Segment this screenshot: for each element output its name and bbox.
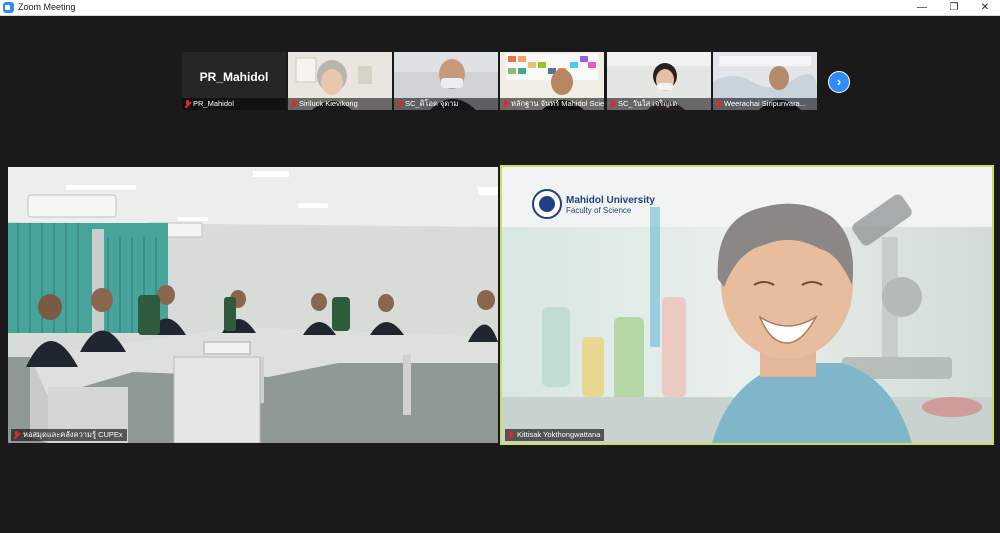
mic-muted-icon [397, 100, 403, 108]
mic-muted-icon [185, 100, 191, 108]
mic-muted-icon [503, 100, 509, 108]
participant-name: SC_ดิโอด จุดาม [394, 98, 498, 110]
participant-name: หลักฐาน จันทร์ Mahidol Scie... [500, 98, 604, 110]
title-bar: Zoom Meeting — ❐ ✕ [0, 0, 1000, 16]
maximize-button[interactable]: ❐ [939, 0, 969, 15]
participant-tile[interactable]: Siriluck Kievikong [288, 52, 392, 110]
participant-tile[interactable]: SC_ดิโอด จุดาม [394, 52, 498, 110]
window-title: Zoom Meeting [18, 2, 76, 12]
active-speaker-tile[interactable]: Mahidol University Faculty of Science Ki… [500, 165, 994, 445]
mic-muted-icon [14, 431, 20, 439]
participant-tile[interactable]: PR_Mahidol PR_Mahidol [182, 52, 286, 110]
participant-name: Siriluck Kievikong [288, 98, 392, 110]
mic-muted-icon [610, 100, 616, 108]
mic-muted-icon [508, 431, 514, 439]
participant-name: Weerachai Siripunvara... [713, 98, 817, 110]
zoom-app-icon [3, 2, 14, 13]
participant-name: SC_วันใส เจริญเด [607, 98, 711, 110]
mic-muted-icon [716, 100, 722, 108]
participant-name: Kittisak Yokthongwattana [505, 429, 605, 441]
conference-room-video [8, 167, 498, 443]
room-video-tile[interactable]: หอสมุดและคลังความรู้ CUPEx [8, 167, 498, 443]
minimize-button[interactable]: — [907, 0, 937, 15]
close-button[interactable]: ✕ [970, 0, 1000, 15]
mic-muted-icon [291, 100, 297, 108]
participant-name: PR_Mahidol [182, 98, 286, 110]
next-page-button[interactable]: › [828, 71, 850, 93]
participant-display-name: PR_Mahidol [199, 70, 269, 84]
meeting-stage: PR_Mahidol PR_Mahidol Siriluck Kievikong… [0, 16, 1000, 533]
participant-tile[interactable]: หลักฐาน จันทร์ Mahidol Scie... [500, 52, 604, 110]
participant-tile[interactable]: Weerachai Siripunvara... [713, 52, 817, 110]
mahidol-logo-text: Mahidol University Faculty of Science [566, 195, 655, 215]
participant-tile[interactable]: SC_วันใส เจริญเด [607, 52, 711, 110]
participant-name: หอสมุดและคลังความรู้ CUPEx [11, 429, 127, 441]
